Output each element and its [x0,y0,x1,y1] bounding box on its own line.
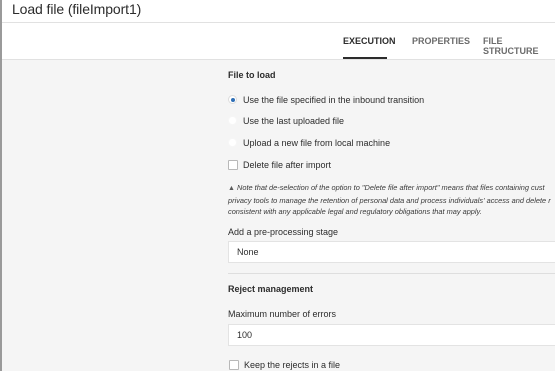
execution-panel: File to load Use the file specified in t… [2,60,555,371]
radio-last-uploaded[interactable] [228,116,237,125]
keep-rejects-checkbox[interactable] [229,360,239,370]
preprocessing-label: Add a pre-processing stage [228,227,339,237]
max-errors-input[interactable]: 100 [228,324,555,346]
file-to-load-heading: File to load [228,70,276,80]
radio-upload-new[interactable] [228,138,237,147]
radio-last-uploaded-label[interactable]: Use the last uploaded file [243,116,344,126]
tab-properties[interactable]: PROPERTIES [412,36,470,46]
max-errors-label: Maximum number of errors [228,309,337,319]
section-divider [228,273,555,274]
preprocessing-select[interactable]: None [228,241,555,263]
dialog-title: Load file (fileImport1) [12,1,142,17]
preprocessing-value: None [237,247,259,257]
delete-after-import-checkbox[interactable] [228,160,238,170]
dialog-header: Load file (fileImport1) [2,0,555,22]
tab-file-structure[interactable]: FILE STRUCTURE [483,36,555,56]
note-line-2: privacy tools to manage the retention of… [228,195,551,205]
radio-upload-new-label[interactable]: Upload a new file from local machine [243,138,390,148]
tab-bar: EXECUTION PROPERTIES FILE STRUCTURE [2,23,555,59]
reject-management-heading: Reject management [228,284,314,294]
radio-inbound-transition-label[interactable]: Use the file specified in the inbound tr… [243,95,424,105]
keep-rejects-label[interactable]: Keep the rejects in a file [244,360,340,370]
delete-after-import-label[interactable]: Delete file after import [243,160,331,170]
retention-note: ▲ Note that de-selection of the option t… [228,182,551,218]
note-line-3: consistent with any applicable legal and… [228,207,482,216]
warning-icon: ▲ [228,185,235,192]
tab-execution[interactable]: EXECUTION [343,36,396,46]
max-errors-value: 100 [237,330,253,340]
radio-inbound-transition[interactable] [228,95,237,104]
note-line-1: Note that de-selection of the option to … [237,183,545,192]
